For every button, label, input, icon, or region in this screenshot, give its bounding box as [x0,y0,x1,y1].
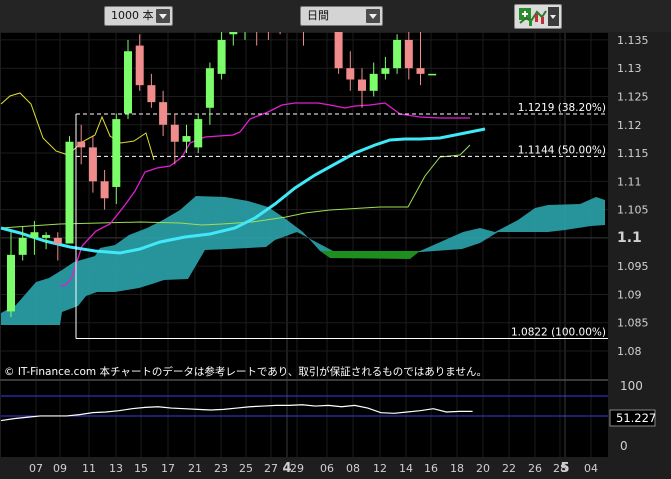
candle-body [18,237,27,255]
candle-body [65,141,74,244]
oscillator-y-label: 0 [620,439,628,453]
candle-body [53,237,62,244]
bar-count-dropdown[interactable]: 1000 本 [104,6,173,26]
candle-body [381,68,390,74]
oscillator-y-label: 100 [620,379,643,393]
candle-body [346,68,355,80]
chevron-down-icon[interactable] [366,9,380,23]
candle-body [100,181,109,199]
candle-body [334,32,343,69]
y-tick-label: 1.115 [617,147,649,160]
candle-body [30,232,39,238]
x-tick-label: 27 [264,462,278,475]
cloud-negative-area [320,251,420,259]
candle-body [393,39,402,69]
candle-body [170,124,179,142]
period-label: 日間 [307,9,329,22]
y-tick-label: 1.1 [617,230,642,246]
x-tick-label: 16 [424,462,438,475]
fib-level-label: 1.1219 (38.20%) [518,102,606,114]
candle-body [428,73,437,76]
y-tick-label: 1.125 [617,90,649,103]
x-tick-label: 08 [346,462,360,475]
y-tick-label: 1.105 [617,204,649,217]
candle-body [7,254,15,312]
x-tick-label: 17 [161,462,175,475]
x-tick-label: 22 [502,462,516,475]
y-tick-label: 1.13 [617,62,642,75]
candle-body [135,45,144,86]
candle-body [358,79,366,91]
chart-toolbar: 1000 本 日間 [0,0,671,32]
x-tick-label: 06 [320,462,334,475]
oscillator-panel [1,381,608,457]
candle-body [42,235,51,238]
period-dropdown[interactable]: 日間 [300,6,383,26]
x-tick-label: 20 [476,462,490,475]
y-tick-label: 1.085 [617,317,649,330]
x-tick-label: 11 [82,462,96,475]
bar-count-label: 1000 本 [111,9,154,22]
candle-body [369,73,378,91]
y-tick-label: 1.09 [617,288,642,301]
candle-body [147,85,156,103]
candle-body [88,147,97,182]
x-tick-label: 21 [188,462,202,475]
x-tick-label: 15 [134,462,148,475]
candle-body [404,39,413,69]
x-tick-label: 25 [239,462,253,475]
candle-body [124,51,132,114]
candle-body [159,102,168,125]
price-chart[interactable]: 1.1465 (0.00%)1.1219 (38.20%)1.1144 (50.… [0,32,671,479]
x-tick-label: 5 [560,461,569,476]
disclaimer-text: © IT-Finance.com 本チャートのデータは参考レートであり、取引が保… [4,365,487,378]
candle-body [194,119,203,148]
x-tick-label: 07 [29,462,43,475]
oscillator-current-value: 51.227 [616,411,656,425]
x-tick-label: 09 [53,462,67,475]
candle-body [205,68,214,108]
candle-body [229,32,238,35]
y-tick-label: 1.08 [617,345,642,358]
candle-body [77,141,86,148]
y-tick-label: 1.095 [617,260,649,273]
x-tick-label: 4 [282,461,291,476]
x-tick-label: 23 [214,462,228,475]
x-tick-label: 04 [584,462,598,475]
candle-body [182,136,191,142]
x-tick-label: 26 [528,462,542,475]
candle-body [112,119,121,187]
x-tick-label: 29 [290,462,304,475]
indicator-tool-button[interactable] [514,4,562,29]
fib-level-label: 1.0822 (100.00%) [511,327,606,339]
chevron-down-icon[interactable] [548,7,559,26]
fib-level-label: 1.1144 (50.00%) [518,144,606,156]
x-tick-label: 12 [373,462,387,475]
candle-body [217,39,226,74]
x-tick-label: 13 [109,462,123,475]
chart-indicator-icon [519,8,547,26]
y-tick-label: 1.135 [617,34,649,47]
x-tick-label: 14 [399,462,413,475]
candle-body [416,68,425,74]
x-tick-label: 18 [450,462,464,475]
chevron-down-icon[interactable] [156,9,170,23]
y-tick-label: 1.11 [617,175,642,188]
y-tick-label: 1.12 [617,119,642,132]
